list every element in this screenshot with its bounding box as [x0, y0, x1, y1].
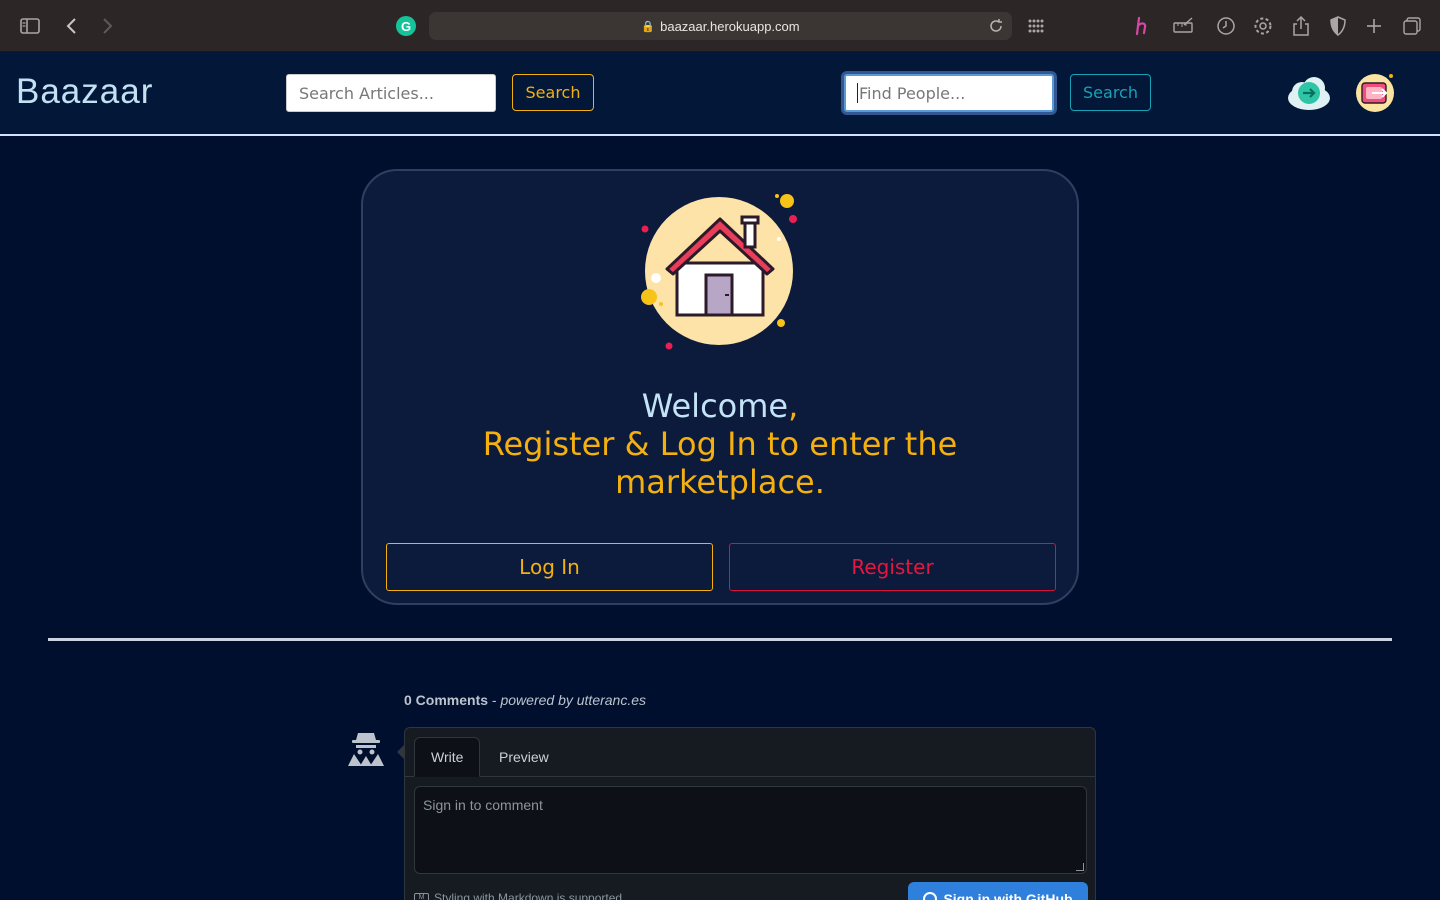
grammarly-letter: G	[400, 18, 412, 34]
new-tab-icon[interactable]	[1362, 14, 1386, 38]
tagline-line-1: Register & Log In to enter the	[482, 425, 958, 463]
search-articles-placeholder: Search Articles...	[299, 83, 434, 103]
brand-logo[interactable]: Baazaar	[16, 72, 153, 112]
shield-icon[interactable]	[1326, 14, 1350, 38]
search-articles-input[interactable]: Search Articles...	[286, 74, 496, 112]
search-articles-button[interactable]: Search	[512, 74, 594, 111]
sidebar-icon[interactable]	[18, 14, 42, 38]
site-header: Baazaar Search Articles... Search Find P…	[0, 52, 1440, 136]
back-icon[interactable]	[60, 14, 84, 38]
comments-count: 0 Comments	[404, 692, 489, 708]
welcome-card: Welcome, Register & Log In to enter the …	[361, 169, 1079, 605]
browser-toolbar: G 🔒 baazaar.herokuapp.com	[0, 0, 1440, 52]
forward-icon[interactable]	[95, 14, 119, 38]
house-icon	[639, 191, 809, 351]
honey-icon[interactable]	[1131, 14, 1155, 38]
ruler-icon[interactable]	[1171, 14, 1195, 38]
welcome-text: Welcome	[641, 387, 789, 425]
welcome-comma: ,	[788, 387, 799, 425]
find-people-placeholder: Find People...	[859, 83, 966, 103]
text-caret	[857, 83, 858, 103]
lock-icon: 🔒	[641, 20, 656, 33]
gear-icon[interactable]	[1251, 14, 1275, 38]
url-text: baazaar.herokuapp.com	[660, 18, 800, 34]
comment-textarea[interactable]: Sign in to comment	[414, 786, 1087, 874]
tabs-icon[interactable]	[1400, 14, 1424, 38]
powered-by-link[interactable]: powered by utteranc.es	[500, 692, 646, 708]
search-people-button[interactable]: Search	[1070, 74, 1151, 111]
grammarly-icon[interactable]: G	[396, 16, 416, 36]
anonymous-avatar-icon	[344, 730, 388, 770]
tab-write[interactable]: Write	[414, 737, 481, 777]
register-button[interactable]: Register	[729, 543, 1056, 591]
logout-icon[interactable]	[1352, 70, 1398, 114]
comments-separator: -	[488, 692, 501, 708]
sign-in-github-label: Sign in with GitHub	[943, 891, 1073, 900]
comment-placeholder: Sign in to comment	[423, 797, 543, 813]
comment-form: Write Preview Sign in to comment M Styli…	[397, 727, 1096, 900]
history-icon[interactable]	[1214, 14, 1238, 38]
resize-handle-icon[interactable]	[1076, 863, 1084, 871]
comments-header: 0 Comments - powered by utteranc.es	[404, 692, 646, 708]
markdown-icon: M	[414, 893, 429, 900]
cloud-login-icon[interactable]	[1286, 72, 1332, 114]
find-people-input[interactable]: Find People...	[844, 74, 1054, 112]
markdown-note-text[interactable]: Styling with Markdown is supported	[434, 891, 622, 900]
tagline: Register & Log In to enter the marketpla…	[363, 425, 1077, 501]
welcome-heading: Welcome,	[363, 387, 1077, 425]
grid-icon[interactable]	[1024, 14, 1048, 38]
reload-icon[interactable]	[986, 16, 1006, 36]
tab-preview[interactable]: Preview	[483, 737, 565, 777]
github-icon	[923, 892, 938, 900]
sign-in-github-button[interactable]: Sign in with GitHub	[908, 882, 1088, 900]
share-icon[interactable]	[1289, 14, 1313, 38]
section-divider	[48, 638, 1392, 641]
log-in-button[interactable]: Log In	[386, 543, 713, 591]
tagline-line-2: marketplace.	[615, 463, 825, 501]
comment-tabs: Write Preview	[405, 728, 1095, 777]
markdown-note: M Styling with Markdown is supported	[414, 891, 622, 900]
address-bar[interactable]: 🔒 baazaar.herokuapp.com	[429, 12, 1012, 40]
